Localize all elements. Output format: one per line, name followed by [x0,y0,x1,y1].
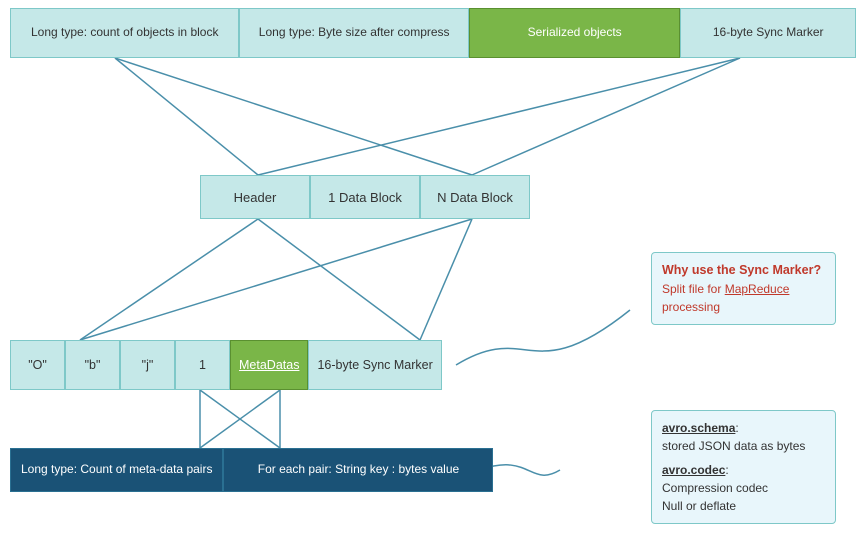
bot-cell-sync16: 16-byte Sync Marker [308,340,441,390]
top-cell-sync: 16-byte Sync Marker [680,8,856,58]
bot-cell-o-label: "O" [28,358,47,372]
diagram-container: Long type: count of objects in block Lon… [0,0,866,540]
top-bar: Long type: count of objects in block Lon… [10,8,856,58]
callout-avro-schema-kw: avro.schema [662,421,735,435]
callout-avro-codec-kw: avro.codec [662,463,725,477]
top-cell-serialized-label: Serialized objects [528,25,622,41]
callout-sync-title: Why use the Sync Marker? [662,261,825,280]
top-cell-serialized: Serialized objects [469,8,681,58]
top-cell-bytesize: Long type: Byte size after compress [239,8,468,58]
callout-sync-link[interactable]: MapReduce [725,282,790,296]
middle-bar: Header 1 Data Block N Data Block [200,175,530,219]
mid-cell-header: Header [200,175,310,219]
meta-cell-pairs-label: For each pair: String key : bytes value [258,462,459,478]
callout-avro-schema: avro.schema:stored JSON data as bytes [662,419,825,455]
bot-cell-b-label: "b" [85,358,101,372]
callout-avro-codec: avro.codec:Compression codecNull or defl… [662,461,825,515]
meta-cell-count-label: Long type: Count of meta-data pairs [21,462,212,478]
bot-cell-b: "b" [65,340,120,390]
top-cell-sync-label: 16-byte Sync Marker [713,25,824,41]
bottom-bar: "O" "b" "j" 1 MetaDatas 16-byte Sync Mar… [10,340,442,390]
bot-cell-o: "O" [10,340,65,390]
callout-sync-body-text: Split file for [662,282,725,296]
mid-cell-header-label: Header [234,190,277,205]
bot-cell-j-label: "j" [142,358,154,372]
mid-cell-data1-label: 1 Data Block [328,190,402,205]
callout-sync-body: Split file for MapReduce processing [662,280,825,316]
top-cell-bytesize-label: Long type: Byte size after compress [259,25,450,41]
bot-cell-j: "j" [120,340,175,390]
mid-cell-datan: N Data Block [420,175,530,219]
meta-bar: Long type: Count of meta-data pairs For … [10,448,493,492]
callout-sync-body2: processing [662,300,720,314]
callout-avro: avro.schema:stored JSON data as bytes av… [651,410,836,524]
bot-cell-1-label: 1 [199,358,206,372]
meta-cell-count: Long type: Count of meta-data pairs [10,448,223,492]
mid-cell-datan-label: N Data Block [437,190,513,205]
bot-cell-metadatas: MetaDatas [230,340,308,390]
meta-cell-pairs: For each pair: String key : bytes value [223,448,493,492]
mid-cell-data1: 1 Data Block [310,175,420,219]
bot-cell-1: 1 [175,340,230,390]
bot-cell-sync16-label: 16-byte Sync Marker [317,358,432,372]
top-cell-count-label: Long type: count of objects in block [31,25,218,41]
callout-sync-marker: Why use the Sync Marker? Split file for … [651,252,836,325]
bot-cell-metadatas-label: MetaDatas [239,358,299,372]
top-cell-count: Long type: count of objects in block [10,8,239,58]
